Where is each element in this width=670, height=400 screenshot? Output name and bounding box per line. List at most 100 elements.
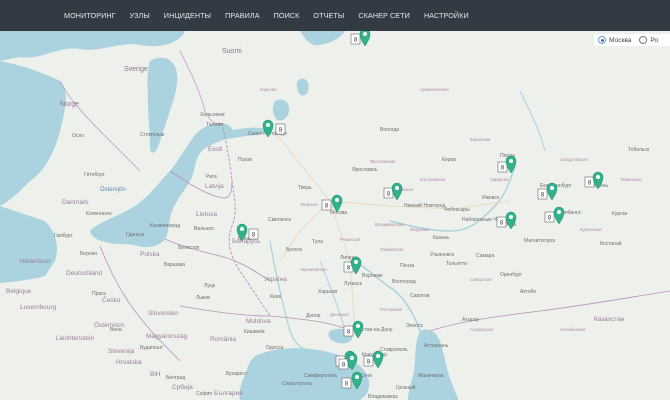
city-label-tula: Тула bbox=[312, 239, 323, 245]
country-label-moldova: Moldova bbox=[246, 318, 271, 325]
city-label-moscow: Москва bbox=[330, 210, 347, 216]
city-label-bialystok: Белосток bbox=[178, 245, 200, 251]
city-label-kiev: Киев bbox=[270, 294, 281, 300]
city-label-warsaw: Варшава bbox=[164, 262, 185, 268]
map-pin-dot bbox=[509, 159, 513, 163]
map-language-switch: Москва Ро bbox=[594, 34, 670, 46]
map-pin-dot bbox=[550, 186, 554, 190]
city-label-lutsk: Луцк bbox=[204, 283, 216, 289]
region-label: Костромская bbox=[420, 177, 445, 182]
city-label-bucharest: Бухарест bbox=[226, 371, 248, 377]
region-label: Черниговская bbox=[300, 267, 327, 272]
region-label: Актюбинская bbox=[560, 327, 585, 332]
map-pin-dot bbox=[335, 198, 339, 202]
region-label: Ростовская bbox=[380, 307, 402, 312]
map-pin-dot bbox=[395, 186, 399, 190]
map-pin-dot bbox=[557, 210, 561, 214]
city-label-gdansk: Гданьск bbox=[126, 232, 145, 238]
city-label-tobolsk: Тобольск bbox=[628, 147, 650, 153]
city-label-chisinau: Кишинёв bbox=[244, 329, 265, 335]
region-label: Рязанская bbox=[340, 237, 360, 242]
city-label-penza: Пенза bbox=[400, 263, 414, 269]
nav-search[interactable]: ПОИСК bbox=[267, 0, 307, 31]
city-label-pskov: Псков bbox=[238, 157, 252, 163]
map-pin-dot bbox=[376, 354, 380, 358]
map-canvas: Sverige Norge Suomi Eesti Latvija Lietuv… bbox=[0, 31, 670, 400]
country-label-germany: Deutschland bbox=[66, 270, 103, 277]
top-navigation-bar: МОНИТОРИНГ УЗЛЫ ИНЦИДЕНТЫ ПРАВИЛА ПОИСК … bbox=[0, 0, 670, 31]
city-label-budapest: Будапешт bbox=[140, 345, 164, 351]
nav-monitoring[interactable]: МОНИТОРИНГ bbox=[57, 0, 123, 31]
city-label-nizhny: Нижний Новгород bbox=[404, 202, 445, 209]
city-label-izhevsk: Ижевск bbox=[482, 195, 500, 201]
city-label-riga: Рига bbox=[206, 174, 217, 180]
country-label-croatia: Hrvatska bbox=[116, 359, 142, 366]
country-label-bosnia: BiH bbox=[150, 371, 161, 378]
country-label-ukraine: Україна bbox=[264, 276, 287, 283]
city-label-kostanay: Костанай bbox=[600, 240, 622, 247]
country-label-sweden: Sverige bbox=[124, 66, 148, 73]
city-label-vilnius: Вильнюс bbox=[194, 226, 215, 232]
city-label-volgograd: Волгоград bbox=[392, 279, 416, 285]
radio-other[interactable] bbox=[639, 36, 648, 44]
city-label-stavropol: Ставрополь bbox=[380, 347, 408, 353]
city-label-atyrau: Атырау bbox=[462, 317, 480, 323]
country-label-hungary: Magyarország bbox=[146, 333, 188, 340]
city-label-gothenburg: Гётеборг bbox=[84, 172, 105, 178]
city-label-kirov: Киров bbox=[442, 157, 456, 163]
region-label: Тверская bbox=[300, 202, 318, 207]
city-label-makhachkala: Махачкала bbox=[418, 373, 444, 379]
nav-settings[interactable]: НАСТРОЙКИ bbox=[417, 0, 476, 31]
country-label-denmark: Danmark bbox=[62, 199, 89, 206]
nav-nodes[interactable]: УЗЛЫ bbox=[123, 0, 157, 31]
region-label: Кировская bbox=[470, 137, 490, 142]
map-pin-dot bbox=[355, 375, 359, 379]
sea-label-baltic: Östersjön bbox=[100, 186, 126, 193]
nav-rules[interactable]: ПРАВИЛА bbox=[218, 0, 266, 31]
city-label-ulyanovsk: Ульяновск bbox=[430, 252, 455, 258]
city-label-lugansk: Луганск bbox=[344, 281, 363, 287]
map-pin-dot bbox=[240, 227, 244, 231]
nav-incidents[interactable]: ИНЦИДЕНТЫ bbox=[157, 0, 218, 31]
city-label-stockholm: Стокгольм bbox=[140, 132, 165, 138]
city-label-voronezh: Воронеж bbox=[362, 273, 383, 279]
radio-moscow[interactable] bbox=[598, 36, 607, 44]
radio-label-moscow: Москва bbox=[609, 36, 632, 44]
region-label: Донецкая bbox=[330, 312, 349, 317]
country-label-latvia: Latvija bbox=[205, 183, 224, 190]
map-pin-dot bbox=[354, 260, 358, 264]
city-label-elista: Элиста bbox=[406, 323, 423, 329]
city-label-lviv: Львов bbox=[196, 295, 210, 301]
city-label-orenburg: Оренбург bbox=[500, 272, 522, 278]
city-label-grozny: Грозный bbox=[396, 384, 416, 391]
city-label-tolyatti: Тольятти bbox=[446, 261, 467, 267]
city-label-helsinki: Хельсинки bbox=[200, 112, 225, 118]
map-view[interactable]: Sverige Norge Suomi Eesti Latvija Lietuv… bbox=[0, 31, 670, 400]
country-label-netherlands: Nederland bbox=[20, 258, 50, 265]
city-label-vladikavkaz: Владикавказ bbox=[368, 394, 399, 400]
region-label: Тюменская bbox=[620, 177, 642, 182]
country-label-estonia: Eesti bbox=[208, 146, 222, 153]
country-label-romania: România bbox=[210, 336, 236, 343]
city-label-dnipro: Днепр bbox=[306, 313, 321, 319]
nav-network-scanner[interactable]: СКАНЕР СЕТИ bbox=[351, 0, 417, 31]
country-label-poland: Polska bbox=[140, 251, 160, 258]
country-label-kazakhstan: Казахстан bbox=[594, 316, 625, 323]
country-label-bulgaria: България bbox=[214, 390, 243, 397]
country-label-luxembourg: Luxembourg bbox=[20, 304, 57, 311]
map-pin-dot bbox=[363, 32, 367, 36]
city-label-kazan: Казань bbox=[433, 235, 449, 241]
nav-reports[interactable]: ОТЧЕТЫ bbox=[306, 0, 351, 31]
city-label-bryansk: Брянск bbox=[286, 247, 303, 253]
map-pin-dot bbox=[266, 123, 270, 127]
city-label-magnitogorsk: Магнитогорск bbox=[524, 238, 556, 244]
city-label-astrakhan: Астрахань bbox=[424, 343, 449, 349]
city-label-kurgan: Курган bbox=[612, 211, 628, 217]
city-label-sofia: София bbox=[196, 391, 212, 397]
country-label-lithuania: Lietuva bbox=[196, 211, 217, 218]
region-label: Владимирская bbox=[375, 222, 404, 227]
country-label-serbia: Србија bbox=[172, 383, 193, 391]
country-label-finland: Suomi bbox=[222, 48, 242, 55]
city-label-tver: Тверь bbox=[298, 185, 312, 191]
region-label: Курганская bbox=[580, 227, 602, 232]
